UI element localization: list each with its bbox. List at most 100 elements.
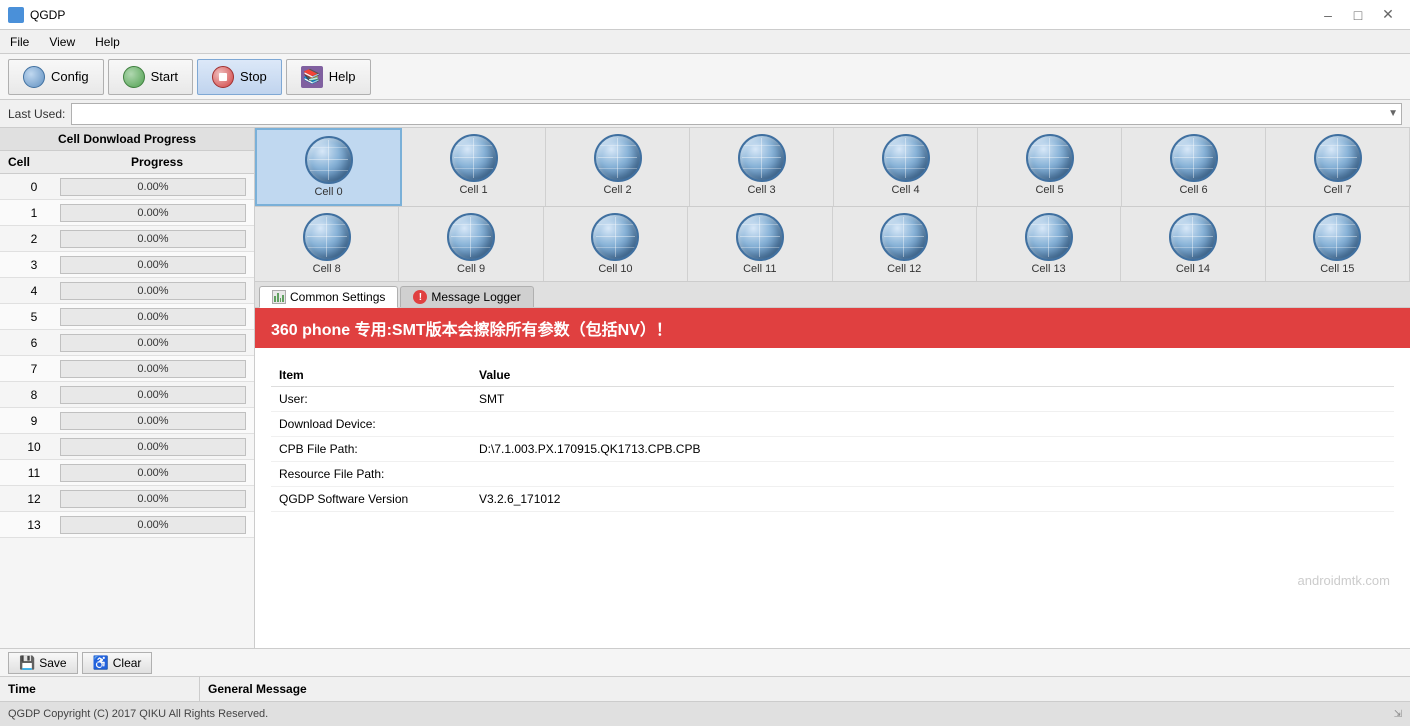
tab-bar: Common Settings ! Message Logger — [255, 282, 1410, 308]
cell-item-cell-11[interactable]: Cell 11 — [688, 207, 832, 281]
log-col-message: General Message — [200, 677, 1410, 701]
cell-item-cell-5[interactable]: Cell 5 — [978, 128, 1122, 206]
log-col-time: Time — [0, 677, 200, 701]
cell-globe-icon — [882, 134, 930, 182]
app-title: QGDP — [30, 8, 65, 22]
resize-handle-icon[interactable]: ⇲ — [1390, 706, 1406, 722]
cell-item-label: Cell 15 — [1320, 263, 1354, 275]
start-button[interactable]: Start — [108, 59, 193, 95]
help-icon: 📚 — [301, 66, 323, 88]
tab-content: 360 phone 专用:SMT版本会擦除所有参数（包括NV）！ Item Va… — [255, 308, 1410, 648]
cell-item-cell-1[interactable]: Cell 1 — [402, 128, 546, 206]
status-bar: QGDP Copyright (C) 2017 QIKU All Rights … — [0, 701, 1410, 726]
cell-number: 7 — [8, 362, 60, 376]
settings-row: CPB File Path: D:\7.1.003.PX.170915.QK17… — [271, 437, 1394, 462]
cell-item-cell-12[interactable]: Cell 12 — [833, 207, 977, 281]
maximize-button[interactable]: □ — [1344, 3, 1372, 27]
menu-bar: File View Help — [0, 30, 1410, 54]
left-panel-title: Cell Donwload Progress — [0, 128, 254, 151]
settings-item: CPB File Path: — [279, 442, 479, 456]
col-value-header: Value — [479, 368, 1386, 382]
cell-progress-bar: 0.00% — [60, 256, 246, 274]
cell-row: 4 0.00% — [0, 278, 254, 304]
last-used-label: Last Used: — [8, 107, 65, 121]
cell-item-cell-15[interactable]: Cell 15 — [1266, 207, 1410, 281]
help-label: Help — [329, 69, 356, 84]
cell-item-label: Cell 0 — [314, 186, 342, 198]
cell-progress-bar: 0.00% — [60, 516, 246, 534]
cell-item-cell-13[interactable]: Cell 13 — [977, 207, 1121, 281]
cell-item-label: Cell 3 — [747, 184, 775, 196]
cell-globe-icon — [447, 213, 495, 261]
last-used-input[interactable] — [71, 103, 1402, 125]
left-panel-header: Cell Progress — [0, 151, 254, 174]
config-button[interactable]: Config — [8, 59, 104, 95]
cell-row: 1 0.00% — [0, 200, 254, 226]
stop-icon — [212, 66, 234, 88]
cell-item-label: Cell 7 — [1323, 184, 1351, 196]
cell-globe-icon — [1025, 213, 1073, 261]
clear-icon: ♿ — [93, 655, 109, 671]
cell-item-label: Cell 10 — [598, 263, 632, 275]
close-button[interactable]: ✕ — [1374, 3, 1402, 27]
tab-common[interactable]: Common Settings — [259, 286, 398, 308]
cell-number: 4 — [8, 284, 60, 298]
settings-header: Item Value — [271, 364, 1394, 387]
cell-number: 5 — [8, 310, 60, 324]
cell-number: 0 — [8, 180, 60, 194]
menu-help[interactable]: Help — [85, 30, 130, 53]
config-icon — [23, 66, 45, 88]
start-label: Start — [151, 69, 178, 84]
settings-table: Item Value User: SMT Download Device: CP… — [255, 348, 1410, 528]
settings-value — [479, 417, 1386, 431]
cell-item-cell-0[interactable]: Cell 0 — [255, 128, 402, 206]
cell-item-cell-10[interactable]: Cell 10 — [544, 207, 688, 281]
cell-progress-bar: 0.00% — [60, 282, 246, 300]
cell-grid-row-2: Cell 8 Cell 9 Cell 10 Cell 11 — [255, 207, 1410, 282]
stop-label: Stop — [240, 69, 267, 84]
cell-item-cell-4[interactable]: Cell 4 — [834, 128, 978, 206]
cell-progress-bar: 0.00% — [60, 230, 246, 248]
save-label: Save — [39, 656, 66, 670]
menu-view[interactable]: View — [39, 30, 85, 53]
cell-item-cell-6[interactable]: Cell 6 — [1122, 128, 1266, 206]
cell-globe-icon — [1169, 213, 1217, 261]
save-button[interactable]: 💾 Save — [8, 652, 78, 674]
warning-banner: 360 phone 专用:SMT版本会擦除所有参数（包括NV）！ — [255, 308, 1410, 348]
cell-item-cell-3[interactable]: Cell 3 — [690, 128, 834, 206]
status-copyright: QGDP Copyright (C) 2017 QIKU All Rights … — [0, 708, 1386, 720]
minimize-button[interactable]: – — [1314, 3, 1342, 27]
cell-item-cell-14[interactable]: Cell 14 — [1121, 207, 1265, 281]
stop-button[interactable]: Stop — [197, 59, 282, 95]
cell-progress-bar: 0.00% — [60, 308, 246, 326]
cell-globe-icon — [1314, 134, 1362, 182]
cell-item-cell-7[interactable]: Cell 7 — [1266, 128, 1410, 206]
cell-item-cell-8[interactable]: Cell 8 — [255, 207, 399, 281]
cell-item-label: Cell 13 — [1031, 263, 1065, 275]
menu-file[interactable]: File — [0, 30, 39, 53]
cell-item-cell-2[interactable]: Cell 2 — [546, 128, 690, 206]
cell-progress-bar: 0.00% — [60, 360, 246, 378]
cell-number: 13 — [8, 518, 60, 532]
cell-item-label: Cell 1 — [459, 184, 487, 196]
cell-progress-bar: 0.00% — [60, 334, 246, 352]
cell-row: 9 0.00% — [0, 408, 254, 434]
tab-logger[interactable]: ! Message Logger — [400, 286, 533, 307]
cell-row: 10 0.00% — [0, 434, 254, 460]
cell-progress-bar: 0.00% — [60, 204, 246, 222]
help-button[interactable]: 📚 Help — [286, 59, 371, 95]
cell-number: 9 — [8, 414, 60, 428]
config-label: Config — [51, 69, 89, 84]
chart-icon — [272, 290, 286, 304]
right-panel: Cell 0 Cell 1 Cell 2 Cell 3 — [255, 128, 1410, 648]
settings-value: V3.2.6_171012 — [479, 492, 1386, 506]
cell-row: 12 0.00% — [0, 486, 254, 512]
cell-item-cell-9[interactable]: Cell 9 — [399, 207, 543, 281]
cell-row: 5 0.00% — [0, 304, 254, 330]
cell-row: 8 0.00% — [0, 382, 254, 408]
clear-button[interactable]: ♿ Clear — [82, 652, 153, 674]
cell-row: 11 0.00% — [0, 460, 254, 486]
save-icon: 💾 — [19, 655, 35, 671]
settings-value — [479, 467, 1386, 481]
start-icon — [123, 66, 145, 88]
